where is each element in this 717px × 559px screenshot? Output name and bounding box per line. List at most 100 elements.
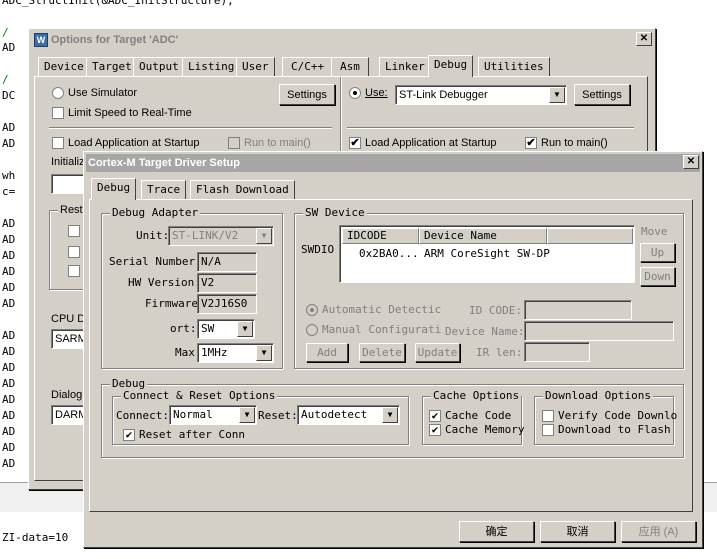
options-divider <box>340 77 342 151</box>
update-button[interactable]: Update <box>415 343 460 362</box>
port-select[interactable]: SW ▼ <box>197 319 255 339</box>
limit-speed-checkbox[interactable]: Limit Speed to Real-Time <box>52 107 192 120</box>
editor-line: AD <box>2 281 16 294</box>
unit-select[interactable]: ST-LINK/V2 ▼ <box>168 226 274 246</box>
cpu-dll-label: CPU D <box>51 313 86 325</box>
separator <box>49 127 332 129</box>
tab-device[interactable]: Device <box>38 57 90 77</box>
editor-line: AD <box>2 217 16 230</box>
chevron-down-icon: ▼ <box>256 228 272 244</box>
tab-output[interactable]: Output <box>133 57 185 77</box>
device-name-column-header[interactable]: Device Name <box>419 228 547 244</box>
debugger-settings-button[interactable]: Settings <box>574 84 630 105</box>
sw-device-row-name[interactable]: ARM CoreSight SW-DP <box>424 247 550 260</box>
driver-setup-title: Cortex-M Target Driver Setup <box>88 157 240 169</box>
sim-run-to-main-checkbox[interactable]: Run to main() <box>228 137 311 150</box>
swdio-label: SWDIO <box>301 243 335 256</box>
options-close-button[interactable]: ✕ <box>636 32 652 46</box>
device-name-label: Device Name: <box>445 325 525 338</box>
firmware-label: Firmware <box>145 297 198 310</box>
editor-line: AD <box>2 393 16 406</box>
debugger-select[interactable]: ST-Link Debugger ▼ <box>395 85 567 105</box>
tab-setup-trace[interactable]: Trace <box>141 180 187 200</box>
tab-asm[interactable]: Asm <box>331 57 369 77</box>
editor-line: AD <box>2 409 16 422</box>
reset-label: Reset: <box>258 409 298 422</box>
use-simulator-radio[interactable]: Use Simulator <box>52 87 137 100</box>
cortex-driver-setup-dialog: Cortex-M Target Driver Setup ✕ Debug Tra… <box>83 151 703 548</box>
delete-button[interactable]: Delete <box>359 343 405 362</box>
driver-setup-title-bar: Cortex-M Target Driver Setup <box>86 154 700 172</box>
tab-listing[interactable]: Listing <box>182 57 241 77</box>
tab-user[interactable]: User <box>236 57 275 77</box>
cache-code-checkbox[interactable]: ✔ Cache Code <box>429 409 511 422</box>
serial-number-field: N/A <box>197 252 257 272</box>
editor-line: AD <box>2 457 16 470</box>
cache-memory-checkbox[interactable]: ✔ Cache Memory <box>429 423 524 436</box>
connect-select[interactable]: Normal ▼ <box>169 405 257 425</box>
id-code-label: ID CODE: <box>469 304 522 317</box>
editor-line: AD <box>2 265 16 278</box>
reset-select[interactable]: Autodetect ▼ <box>297 405 400 425</box>
editor-line: AD <box>2 137 16 150</box>
serial-number-label: Serial Number: <box>109 255 202 268</box>
idcode-column-header[interactable]: IDCODE <box>342 228 419 244</box>
add-button[interactable]: Add <box>306 343 348 362</box>
editor-line: AD <box>2 233 16 246</box>
chevron-down-icon: ▼ <box>382 407 398 423</box>
ir-len-input[interactable] <box>524 342 590 362</box>
automatic-detection-radio[interactable]: Automatic Detectic <box>306 303 441 316</box>
dialog-dll-label: Dialog <box>51 389 83 401</box>
separator <box>347 127 634 129</box>
empty-column-header <box>547 228 633 244</box>
restore-checkbox-2[interactable] <box>68 246 80 258</box>
apply-button[interactable]: 应用 (A) <box>621 521 696 542</box>
tab-linker[interactable]: Linker <box>379 57 431 77</box>
tab-target[interactable]: Target <box>86 57 138 77</box>
sw-device-list[interactable]: IDCODE Device Name 0x2BA0... ARM CoreSig… <box>339 225 635 283</box>
options-title-bar: W Options for Target 'ADC' <box>31 31 653 49</box>
hw-version-field: V2 <box>197 273 257 293</box>
tab-setup-debug[interactable]: Debug <box>91 178 137 200</box>
tab-debug[interactable]: Debug <box>428 55 474 77</box>
editor-line: ADC_StructInit(&ADC_InitStructure); <box>2 0 234 7</box>
use-debugger-radio[interactable]: Use: <box>349 87 388 100</box>
ir-len-label: IR len: <box>476 346 523 359</box>
cancel-button[interactable]: 取消 <box>540 521 615 542</box>
move-down-button[interactable]: Down <box>640 267 675 286</box>
editor-line: DC <box>2 89 16 102</box>
chevron-down-icon: ▼ <box>237 321 253 337</box>
chevron-down-icon: ▼ <box>256 345 272 361</box>
editor-line: AD <box>2 249 16 262</box>
manual-configuration-radio[interactable]: Manual Configurati <box>306 323 441 336</box>
dbg-run-to-main-checkbox[interactable]: ✔ Run to main() <box>525 137 608 150</box>
device-name-input[interactable] <box>524 321 674 341</box>
verify-code-download-checkbox[interactable]: Verify Code Downlo <box>542 409 677 422</box>
id-code-input[interactable] <box>524 300 632 320</box>
max-clock-select[interactable]: 1MHz ▼ <box>197 343 274 363</box>
sim-load-app-checkbox[interactable]: Load Application at Startup <box>52 137 199 150</box>
ok-button[interactable]: 确定 <box>459 521 534 542</box>
editor-line: AD <box>2 425 16 438</box>
tab-utilities[interactable]: Utilities <box>478 57 550 77</box>
restore-checkbox-3[interactable] <box>68 265 80 277</box>
editor-line: AD <box>2 41 16 54</box>
dbg-load-app-checkbox[interactable]: ✔ Load Application at Startup <box>349 137 496 150</box>
sw-device-row-idcode[interactable]: 0x2BA0... <box>359 247 419 260</box>
keil-app-icon: W <box>34 33 48 47</box>
tab-cc[interactable]: C/C++ <box>282 57 334 77</box>
editor-line: AD <box>2 121 16 134</box>
simulator-settings-button[interactable]: Settings <box>279 84 335 105</box>
editor-line: AD <box>2 329 16 342</box>
editor-line: AD <box>2 361 16 374</box>
editor-line: c= <box>2 185 16 198</box>
tab-setup-flash-download[interactable]: Flash Download <box>190 180 295 200</box>
download-to-flash-checkbox[interactable]: Download to Flash <box>542 423 671 436</box>
editor-line: wh <box>2 169 16 182</box>
port-label: ort: <box>170 322 197 335</box>
restore-checkbox-1[interactable] <box>68 225 80 237</box>
driver-setup-close-button[interactable]: ✕ <box>683 155 699 169</box>
reset-after-connect-checkbox[interactable]: ✔ Reset after Conn <box>123 428 245 441</box>
move-up-button[interactable]: Up <box>640 243 675 262</box>
unit-label: Unit: <box>136 229 170 242</box>
